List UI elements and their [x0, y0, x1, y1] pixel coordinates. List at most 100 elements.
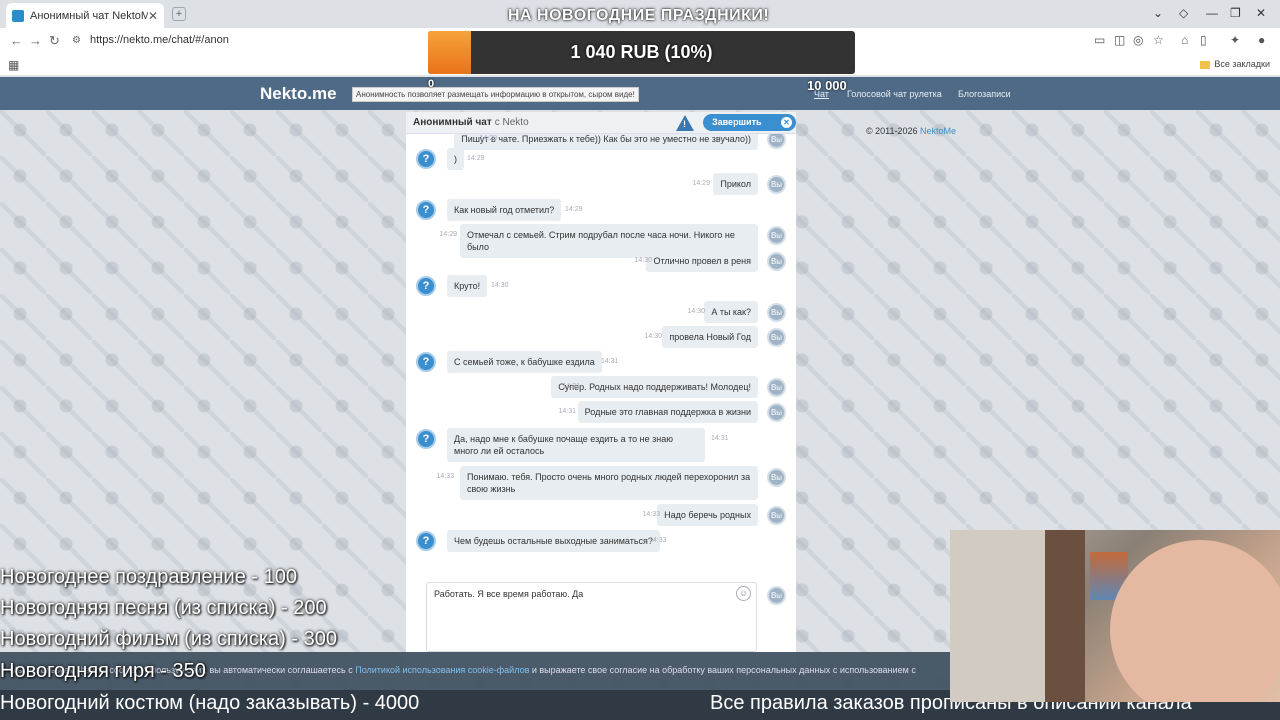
message-time: 14:29: [692, 180, 710, 187]
donation-progress-bar: 1 040 RUB (10%): [428, 31, 855, 74]
bottom-left-text: Новогодний костюм (надо заказывать) - 40…: [0, 692, 420, 714]
my-avatar: Вы: [767, 175, 786, 194]
message-time: 14:29: [565, 206, 583, 213]
my-avatar: Вы: [767, 586, 786, 605]
donation-min: 0: [428, 78, 435, 90]
minimize-icon[interactable]: —: [1206, 6, 1218, 20]
screenshot-icon[interactable]: ◫: [1114, 33, 1125, 47]
chat-partner: с Nekto: [494, 117, 529, 128]
end-chat-button[interactable]: Завершить чат ✕: [703, 114, 796, 144]
message-text: Прикол: [713, 173, 758, 195]
tab-close-icon[interactable]: ✕: [148, 9, 158, 23]
my-message: Вы Родные это главная поддержка в жизни 14…: [406, 401, 796, 423]
all-bookmarks[interactable]: Все закладки: [1200, 59, 1270, 69]
message-text: Понимаю. тебя. Просто очень много родных…: [460, 466, 758, 500]
message-time: 14:30: [644, 333, 662, 340]
back-icon[interactable]: ←: [10, 33, 23, 48]
partner-message: ? Круто! 14:30: [406, 275, 796, 297]
extensions-icon[interactable]: ✦: [1230, 33, 1240, 47]
partner-avatar-icon: ?: [416, 352, 436, 372]
message-text: Супер. Родных надо поддерживать! Молодец…: [551, 376, 758, 398]
my-message: Вы Прикол 14:29: [406, 173, 796, 195]
webcam-overlay: [950, 530, 1280, 702]
partner-message: ? Как новый год отметил? 14:29: [406, 199, 796, 221]
apps-grid-icon[interactable]: ▦: [8, 58, 19, 72]
nav-blog[interactable]: Блогозаписи: [958, 89, 1011, 99]
reload-icon[interactable]: ↻: [49, 33, 60, 49]
donation-max: 10 000: [807, 78, 847, 93]
my-message: Вы Отлично провел в реня 14:30: [406, 250, 796, 272]
my-message: Вы Надо беречь родных 14:33: [406, 504, 796, 526]
message-text: Отлично провел в реня: [646, 250, 758, 272]
emoji-icon[interactable]: ☺: [736, 586, 751, 601]
nav-voice-roulette[interactable]: Голосовой чат рулетка: [847, 89, 942, 99]
message-time: 14:29: [479, 135, 497, 142]
message-time: 14:31: [558, 408, 576, 415]
message-time: 14:31: [562, 383, 580, 390]
my-avatar: Вы: [767, 468, 786, 487]
new-tab-icon[interactable]: +: [172, 7, 186, 21]
message-time: 14:31: [601, 358, 619, 365]
cast-icon[interactable]: ▭: [1094, 33, 1105, 47]
forward-icon[interactable]: →: [29, 33, 42, 48]
message-time: 14:33: [436, 473, 454, 480]
tab-search-icon[interactable]: ⌄: [1153, 6, 1163, 20]
message-time: 14:33: [649, 537, 667, 544]
donation-amount: 1 040 RUB (10%): [570, 42, 713, 62]
my-avatar: Вы: [767, 303, 786, 322]
window-close-icon[interactable]: ✕: [1256, 6, 1266, 20]
message-list[interactable]: Вы Пишут в чате. Приезжать к тебе)) Как б…: [406, 134, 796, 572]
message-text: Как новый год отметил?: [447, 199, 562, 221]
bookmark-star-icon[interactable]: ☆: [1153, 33, 1164, 47]
sidebar-icon[interactable]: ▯: [1200, 33, 1207, 47]
partner-avatar-icon: ?: [416, 276, 436, 296]
close-icon: ✕: [781, 117, 792, 128]
copyright-brand-link[interactable]: NektoMe: [920, 126, 956, 136]
site-info-icon[interactable]: ⚙: [72, 35, 81, 46]
message-text: Круто!: [447, 275, 488, 297]
price-item: Новогоднее поздравление - 100: [0, 566, 297, 588]
chat-title: Анонимный чат: [413, 117, 492, 128]
message-time: 14:30: [634, 257, 652, 264]
message-input[interactable]: Работать. Я все время работаю. Да: [426, 582, 757, 652]
message-text: ): [447, 148, 464, 170]
maximize-icon[interactable]: ❐: [1230, 6, 1241, 20]
message-time: 14:31: [711, 435, 729, 442]
my-avatar: Вы: [767, 506, 786, 525]
my-message: Вы А ты как? 14:30: [406, 301, 796, 323]
price-item: Новогодний фильм (из списка) - 300: [0, 628, 337, 650]
chat-header: Анонимный чат с Nekto ! Завершить чат ✕: [406, 112, 796, 144]
tab-title: Анонимный чат NektoMe: [30, 9, 148, 22]
partner-avatar-icon: ?: [416, 429, 436, 449]
message-time: 14:33: [642, 511, 660, 518]
profile-icon[interactable]: ●: [1258, 33, 1265, 47]
message-text: Да, надо мне к бабушке почаще ездить а т…: [447, 428, 705, 462]
partner-message: ? Чем будешь остальные выходные заниматьс…: [406, 530, 796, 552]
browser-tab[interactable]: Анонимный чат NektoMe ✕: [6, 3, 164, 28]
message-text: Родные это главная поддержка в жизни: [577, 401, 758, 423]
my-message: Вы Отмечал с семьей. Стрим подрубал после…: [406, 224, 796, 258]
url-field[interactable]: https://nekto.me/chat/#/anon: [90, 34, 229, 46]
partner-avatar-icon: ?: [416, 200, 436, 220]
message-text: Надо беречь родных: [657, 504, 758, 526]
message-text: провела Новый Год: [662, 326, 758, 348]
my-message: Вы Понимаю. тебя. Просто очень много родн…: [406, 466, 796, 500]
donation-title: НА НОВОГОДНИЕ ПРАЗДНИКИ!: [508, 7, 770, 24]
cookie-policy-link[interactable]: Политикой использования cookie-файлов: [355, 665, 529, 675]
extension-icon[interactable]: ◇: [1179, 6, 1188, 20]
message-time: 14:29: [467, 155, 485, 162]
my-avatar: Вы: [767, 378, 786, 397]
tagline-tooltip: Анонимность позволяет размещать информац…: [352, 87, 639, 102]
partner-message: ? С семьей тоже, к бабушке ездила 14:31: [406, 351, 796, 373]
message-time: 14:29: [439, 231, 457, 238]
home-icon[interactable]: ⌂: [1181, 33, 1188, 47]
my-avatar: Вы: [767, 403, 786, 422]
chat-panel: Анонимный чат с Nekto ! Завершить чат ✕ …: [406, 112, 796, 672]
hide-icon[interactable]: ◎: [1133, 33, 1143, 47]
folder-icon: [1200, 60, 1211, 69]
message-text: А ты как?: [704, 301, 758, 323]
my-message: Вы Супер. Родных надо поддерживать! Молод…: [406, 376, 796, 398]
report-warning-icon[interactable]: !: [676, 115, 694, 131]
site-logo[interactable]: Nekto.me: [260, 84, 337, 104]
price-item: Новогодняя гиря - 350: [0, 660, 206, 682]
